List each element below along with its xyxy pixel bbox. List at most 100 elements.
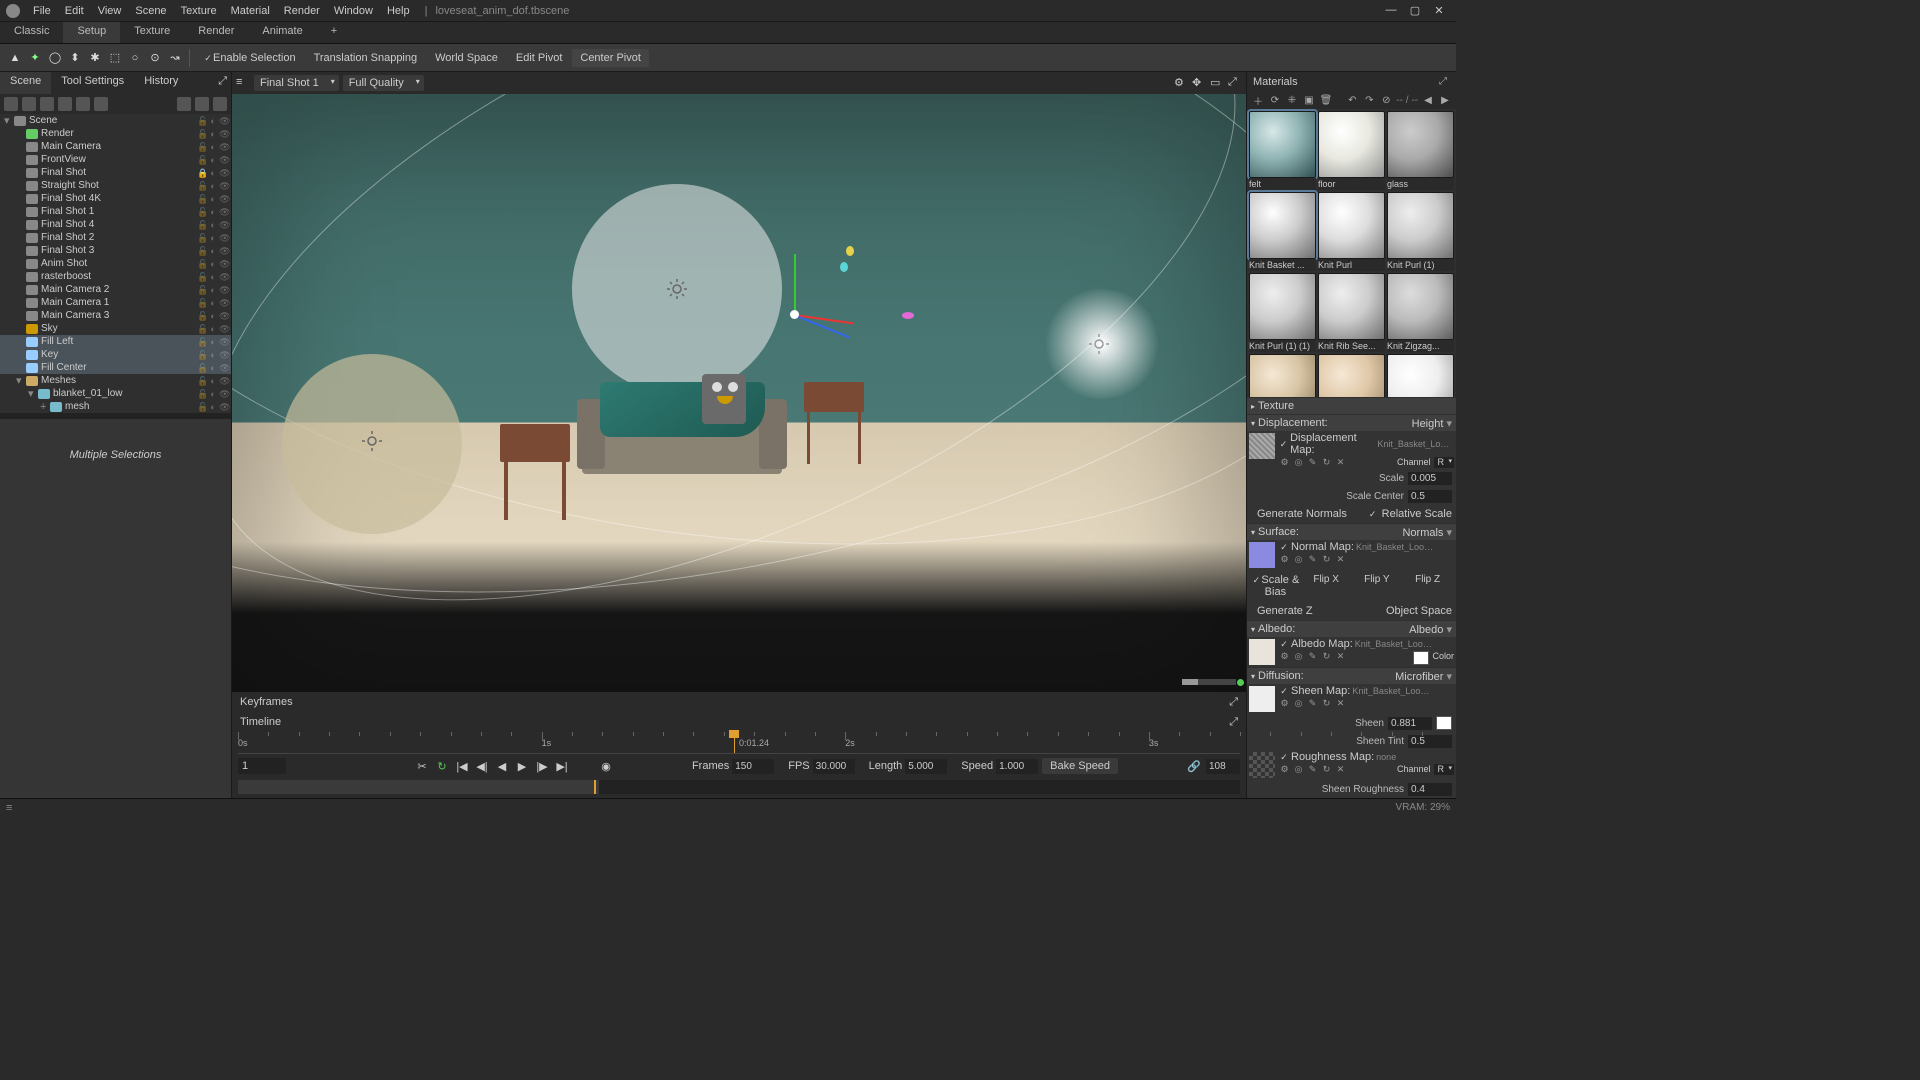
pick-icon[interactable]: ✎ xyxy=(1307,764,1318,775)
outliner-row[interactable]: Fill Left🔓◐👁 xyxy=(0,335,231,348)
sheen-tint-input[interactable]: 0.5 xyxy=(1408,735,1452,748)
settings-icon[interactable] xyxy=(76,97,90,111)
viewport[interactable] xyxy=(232,94,1246,691)
outliner-row[interactable]: Main Camera 2🔓◐👁 xyxy=(0,283,231,296)
material-item[interactable]: Marble White xyxy=(1387,354,1454,397)
menu-file[interactable]: File xyxy=(26,5,58,17)
grid-icon[interactable]: ⁜ xyxy=(1285,93,1299,107)
outliner-row[interactable]: Final Shot 1🔓◐👁 xyxy=(0,205,231,218)
next-icon[interactable]: ▶ xyxy=(1438,93,1452,107)
scrubber[interactable] xyxy=(238,780,1240,794)
rotate-tool-icon[interactable]: ◯ xyxy=(46,49,64,67)
albedo-map-thumb[interactable] xyxy=(1249,639,1275,665)
link-icon[interactable]: 🔗 xyxy=(1186,758,1202,774)
grid-icon[interactable]: ✥ xyxy=(1192,76,1206,90)
pick-icon[interactable]: ✎ xyxy=(1307,554,1318,565)
displacement-map-thumb[interactable] xyxy=(1249,433,1275,459)
bake-speed-button[interactable]: Bake Speed xyxy=(1042,758,1118,774)
translation-snapping-button[interactable]: Translation Snapping xyxy=(306,49,426,67)
menu-window[interactable]: Window xyxy=(327,5,380,17)
search-icon[interactable] xyxy=(58,97,72,111)
reload-icon[interactable]: ↻ xyxy=(1321,457,1332,468)
outliner-row[interactable]: Final Shot🔒◐👁 xyxy=(0,166,231,179)
select-tool-icon[interactable]: ▲ xyxy=(6,49,24,67)
gear-icon[interactable]: ⚙ xyxy=(1279,698,1290,709)
outliner-row[interactable]: Main Camera 3🔓◐👁 xyxy=(0,309,231,322)
lasso-select-icon[interactable]: ⊙ xyxy=(146,49,164,67)
cut-icon[interactable]: ✂ xyxy=(414,758,430,774)
material-item[interactable]: Knit Zigzag... xyxy=(1387,273,1454,352)
import-icon[interactable]: ↶ xyxy=(1345,93,1359,107)
center-pivot-button[interactable]: Center Pivot xyxy=(572,49,649,67)
fps-input[interactable] xyxy=(813,759,855,774)
playhead[interactable] xyxy=(734,732,735,753)
minimize-button[interactable]: — xyxy=(1384,4,1398,17)
enable-selection-toggle[interactable]: ✓Enable Selection xyxy=(195,49,304,67)
scrub-range[interactable] xyxy=(238,780,599,794)
albedo-color-swatch[interactable] xyxy=(1413,651,1429,665)
section-albedo-head[interactable]: ▾Albedo:Albedo ▾ xyxy=(1247,621,1456,637)
record-icon[interactable]: ◉ xyxy=(598,758,614,774)
step-forward-icon[interactable]: |▶ xyxy=(534,758,550,774)
menu-scene[interactable]: Scene xyxy=(128,5,173,17)
reload-icon[interactable]: ↻ xyxy=(1321,651,1332,662)
scrub-playhead[interactable] xyxy=(594,780,596,794)
roughness-map-thumb[interactable] xyxy=(1249,752,1275,778)
fullscreen-icon[interactable]: ⤢ xyxy=(1228,76,1242,90)
scale-bias-toggle[interactable]: ✓Scale & Bias xyxy=(1251,572,1300,600)
material-item[interactable]: Knit Purl xyxy=(1318,192,1385,271)
skip-start-icon[interactable]: |◀ xyxy=(454,758,470,774)
folder-icon[interactable]: ▣ xyxy=(1302,93,1316,107)
outliner-row[interactable]: +mesh🔓◐👁 xyxy=(0,400,231,413)
material-item[interactable]: Knit Rib See... xyxy=(1318,273,1385,352)
flipz-toggle[interactable]: Flip Z xyxy=(1403,572,1452,600)
sheen-roughness-input[interactable]: 0.4 xyxy=(1408,783,1452,796)
menu-edit[interactable]: Edit xyxy=(58,5,91,17)
maximize-button[interactable]: ▢ xyxy=(1408,4,1422,17)
block-icon[interactable]: ⊘ xyxy=(1379,93,1393,107)
relative-scale-toggle[interactable]: Relative Scale xyxy=(1382,508,1452,520)
outliner-row[interactable]: Main Camera🔓◐👁 xyxy=(0,140,231,153)
menu-icon[interactable]: ≡ xyxy=(6,802,20,814)
move-tool-icon[interactable]: ✦ xyxy=(26,49,44,67)
speed-input[interactable] xyxy=(996,759,1038,774)
clear-icon[interactable]: ✕ xyxy=(1335,554,1346,565)
gizmo-handle[interactable] xyxy=(902,312,914,319)
transform-tool-icon[interactable]: ✱ xyxy=(86,49,104,67)
gizmo-handle[interactable] xyxy=(846,246,854,256)
outliner-row[interactable]: Fill Center🔓◐👁 xyxy=(0,361,231,374)
channel-select[interactable]: R xyxy=(1434,764,1455,775)
sort-icon[interactable] xyxy=(40,97,54,111)
outliner[interactable]: ▾Scene🔓◐👁Render🔓◐👁Main Camera🔓◐👁FrontVie… xyxy=(0,114,231,413)
filter-icon[interactable] xyxy=(22,97,36,111)
generate-z-button[interactable]: Generate Z xyxy=(1251,605,1382,617)
outliner-row[interactable]: Final Shot 2🔓◐👁 xyxy=(0,231,231,244)
outliner-row[interactable]: Final Shot 3🔓◐👁 xyxy=(0,244,231,257)
delete-icon[interactable]: 🗑 xyxy=(1319,93,1333,107)
gizmo-origin[interactable] xyxy=(790,310,799,319)
channel-select[interactable]: R xyxy=(1434,457,1455,468)
sheen-map-thumb[interactable] xyxy=(1249,686,1275,712)
frames-input[interactable] xyxy=(732,759,774,774)
gear-icon[interactable]: ⚙ xyxy=(1279,457,1290,468)
sheen-input[interactable]: 0.881 xyxy=(1388,717,1432,730)
reload-icon[interactable]: ↻ xyxy=(1321,698,1332,709)
eye-icon[interactable]: ◎ xyxy=(1293,698,1304,709)
material-item[interactable]: Maple Curly... xyxy=(1249,354,1316,397)
pick-icon[interactable]: ✎ xyxy=(1307,651,1318,662)
sheen-color-swatch[interactable] xyxy=(1436,716,1452,730)
step-back-icon[interactable]: ◀| xyxy=(474,758,490,774)
eye-icon[interactable]: ◎ xyxy=(1293,554,1304,565)
section-surface-head[interactable]: ▾Surface:Normals ▾ xyxy=(1247,524,1456,540)
pick-icon[interactable]: ✎ xyxy=(1307,457,1318,468)
outliner-row[interactable]: Straight Shot🔓◐👁 xyxy=(0,179,231,192)
popout-icon[interactable]: ⤢ xyxy=(214,72,231,94)
layout-icon[interactable]: ▭ xyxy=(1210,76,1224,90)
box-select-icon[interactable]: ⬚ xyxy=(106,49,124,67)
menu-help[interactable]: Help xyxy=(380,5,417,17)
clear-icon[interactable]: ✕ xyxy=(1335,457,1346,468)
gear-icon[interactable]: ⚙ xyxy=(1279,764,1290,775)
section-texture-head[interactable]: ▸Texture xyxy=(1247,398,1456,414)
outliner-row[interactable]: Render🔓◐👁 xyxy=(0,127,231,140)
tab-tool-settings[interactable]: Tool Settings xyxy=(51,72,134,94)
